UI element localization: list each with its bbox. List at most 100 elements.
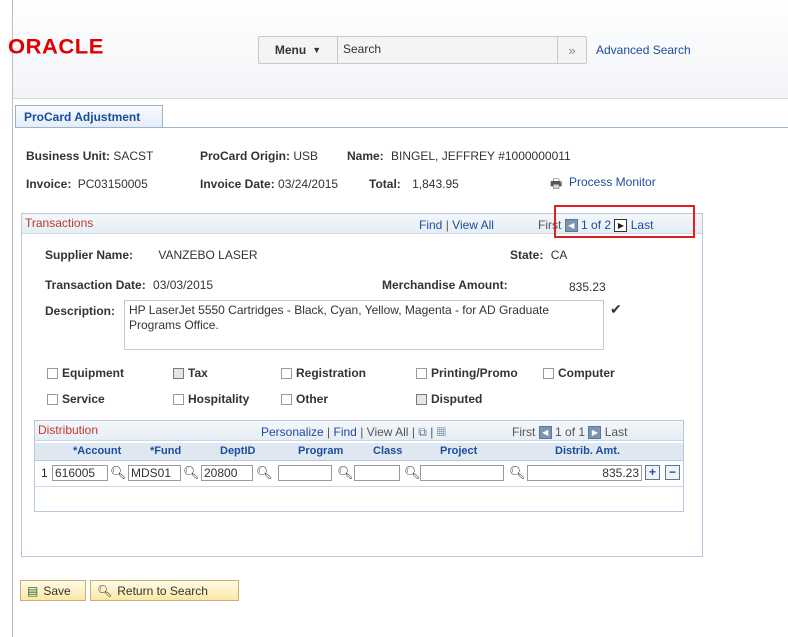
description-textarea[interactable]: HP LaserJet 5550 Cartridges - Black, Cya…: [124, 300, 604, 350]
spreadsheet-icon[interactable]: ▦: [437, 425, 446, 439]
transactions-view-all-link[interactable]: View All: [452, 218, 494, 232]
name-value: BINGEL, JEFFREY: [391, 149, 495, 163]
distrib-amt-input[interactable]: 835.23: [527, 465, 642, 481]
search-icon: 🔍︎: [97, 583, 113, 598]
spell-check-icon[interactable]: ✔: [610, 301, 622, 318]
col-account[interactable]: *Account: [73, 445, 121, 457]
caret-down-icon: ▼: [312, 45, 322, 55]
menu-button[interactable]: Menu ▼: [259, 37, 338, 63]
col-distrib-amt[interactable]: Distrib. Amt.: [555, 445, 620, 457]
col-fund[interactable]: *Fund: [150, 445, 181, 457]
col-program[interactable]: Program: [298, 445, 343, 457]
separator: |: [360, 425, 364, 439]
return-to-search-label: Return to Search: [117, 583, 208, 598]
new-window-icon[interactable]: ⧉: [418, 425, 427, 439]
menu-label: Menu: [274, 43, 307, 57]
lookup-icon[interactable]: 🔍︎: [404, 465, 421, 481]
tax-checkbox[interactable]: Tax: [173, 366, 208, 380]
checkbox-icon[interactable]: [543, 367, 554, 379]
tax-label: Tax: [188, 366, 208, 380]
registration-label: Registration: [296, 366, 367, 380]
checkbox-icon[interactable]: [416, 393, 427, 405]
project-input[interactable]: [420, 465, 504, 481]
name-label: Name:: [347, 149, 384, 163]
description-label: Description:: [45, 304, 116, 318]
table-row: 1 616005 🔍︎ MDS01 🔍︎ 20800 🔍︎ 🔍︎ 🔍︎ 🔍︎ 8…: [35, 460, 683, 487]
lookup-icon[interactable]: 🔍︎: [110, 465, 127, 481]
program-input[interactable]: [278, 465, 332, 481]
save-button[interactable]: ▤ Save: [20, 580, 86, 601]
checkbox-icon[interactable]: [47, 393, 58, 405]
checkbox-icon[interactable]: [47, 367, 58, 379]
printer-icon: 🖶: [550, 176, 563, 191]
account-input[interactable]: 616005: [52, 465, 108, 481]
equipment-checkbox[interactable]: Equipment: [47, 366, 124, 380]
search-go-button[interactable]: »: [557, 37, 586, 63]
tab-procard-adjustment[interactable]: ProCard Adjustment: [15, 105, 163, 128]
name-id: #1000000011: [498, 149, 571, 163]
add-row-button[interactable]: +: [645, 465, 660, 480]
return-to-search-button[interactable]: 🔍︎ Return to Search: [90, 580, 239, 601]
oracle-logo: ORACLE: [8, 34, 104, 59]
transactions-find-link[interactable]: Find: [419, 218, 442, 232]
procard-origin: ProCard Origin: USB: [200, 149, 318, 163]
invoice-date-value: 03/24/2015: [278, 177, 339, 191]
transactions-title: Transactions: [25, 216, 94, 230]
checkbox-icon[interactable]: [281, 367, 292, 379]
supplier-label: Supplier Name:: [45, 248, 134, 262]
service-label: Service: [62, 392, 105, 406]
col-deptid[interactable]: DeptID: [220, 445, 255, 457]
top-banner: ORACLE Menu ▼ » Advanced Search: [8, 0, 788, 99]
save-label: Save: [43, 583, 71, 598]
hospitality-checkbox[interactable]: Hospitality: [173, 392, 249, 406]
disputed-checkbox[interactable]: Disputed: [416, 392, 482, 406]
lookup-icon[interactable]: 🔍︎: [256, 465, 273, 481]
distribution-pager: First ◀ 1 of 1 ▶ Last: [512, 425, 628, 440]
computer-checkbox[interactable]: Computer: [543, 366, 615, 380]
printing-promo-label: Printing/Promo: [431, 366, 518, 380]
distribution-first-label: First: [512, 425, 536, 439]
transaction-date: Transaction Date: 03/03/2015: [45, 278, 213, 292]
state: State: CA: [510, 248, 567, 262]
invoice: Invoice: PC03150005: [26, 177, 148, 191]
cardholder-name: Name: BINGEL, JEFFREY #1000000011: [347, 149, 571, 163]
col-class[interactable]: Class: [373, 445, 402, 457]
process-monitor-link[interactable]: Process Monitor: [569, 175, 656, 189]
highlight-box: [554, 205, 695, 238]
delete-row-button[interactable]: −: [665, 465, 680, 480]
invoice-date: Invoice Date: 03/24/2015: [200, 177, 338, 191]
other-checkbox[interactable]: Other: [281, 392, 328, 406]
fund-input[interactable]: MDS01: [128, 465, 181, 481]
checkbox-icon[interactable]: [281, 393, 292, 405]
printing-promo-checkbox[interactable]: Printing/Promo: [416, 366, 518, 380]
invoice-value: PC03150005: [77, 177, 148, 191]
distribution-header: Distribution Personalize | Find | View A…: [35, 421, 683, 441]
supplier-name: Supplier Name: VANZEBO LASER: [45, 248, 258, 262]
business-unit-label: Business Unit:: [26, 149, 111, 163]
row-number: 1: [41, 466, 48, 480]
separator: |: [430, 425, 434, 439]
lookup-icon[interactable]: 🔍︎: [183, 465, 200, 481]
distribution-last-label: Last: [604, 425, 628, 439]
class-input[interactable]: [354, 465, 400, 481]
double-chevron-icon: »: [568, 42, 576, 58]
checkbox-icon[interactable]: [173, 367, 184, 379]
search-input[interactable]: [339, 40, 547, 58]
distribution-find-link[interactable]: Find: [334, 425, 357, 439]
col-project[interactable]: Project: [440, 445, 477, 457]
lookup-icon[interactable]: 🔍︎: [337, 465, 354, 481]
deptid-input[interactable]: 20800: [201, 465, 253, 481]
personalize-link[interactable]: Personalize: [261, 425, 324, 439]
distribution-title: Distribution: [38, 423, 99, 437]
business-unit: Business Unit: SACST: [26, 149, 153, 163]
lookup-icon[interactable]: 🔍︎: [509, 465, 526, 481]
procard-origin-label: ProCard Origin:: [200, 149, 291, 163]
distribution-tools: Personalize | Find | View All | ⧉ | ▦: [261, 425, 446, 440]
advanced-search-link[interactable]: Advanced Search: [596, 43, 691, 57]
business-unit-value: SACST: [113, 149, 154, 163]
checkbox-icon[interactable]: [173, 393, 184, 405]
service-checkbox[interactable]: Service: [47, 392, 105, 406]
registration-checkbox[interactable]: Registration: [281, 366, 366, 380]
checkbox-icon[interactable]: [416, 367, 427, 379]
distribution-view-all-label: View All: [366, 425, 409, 439]
